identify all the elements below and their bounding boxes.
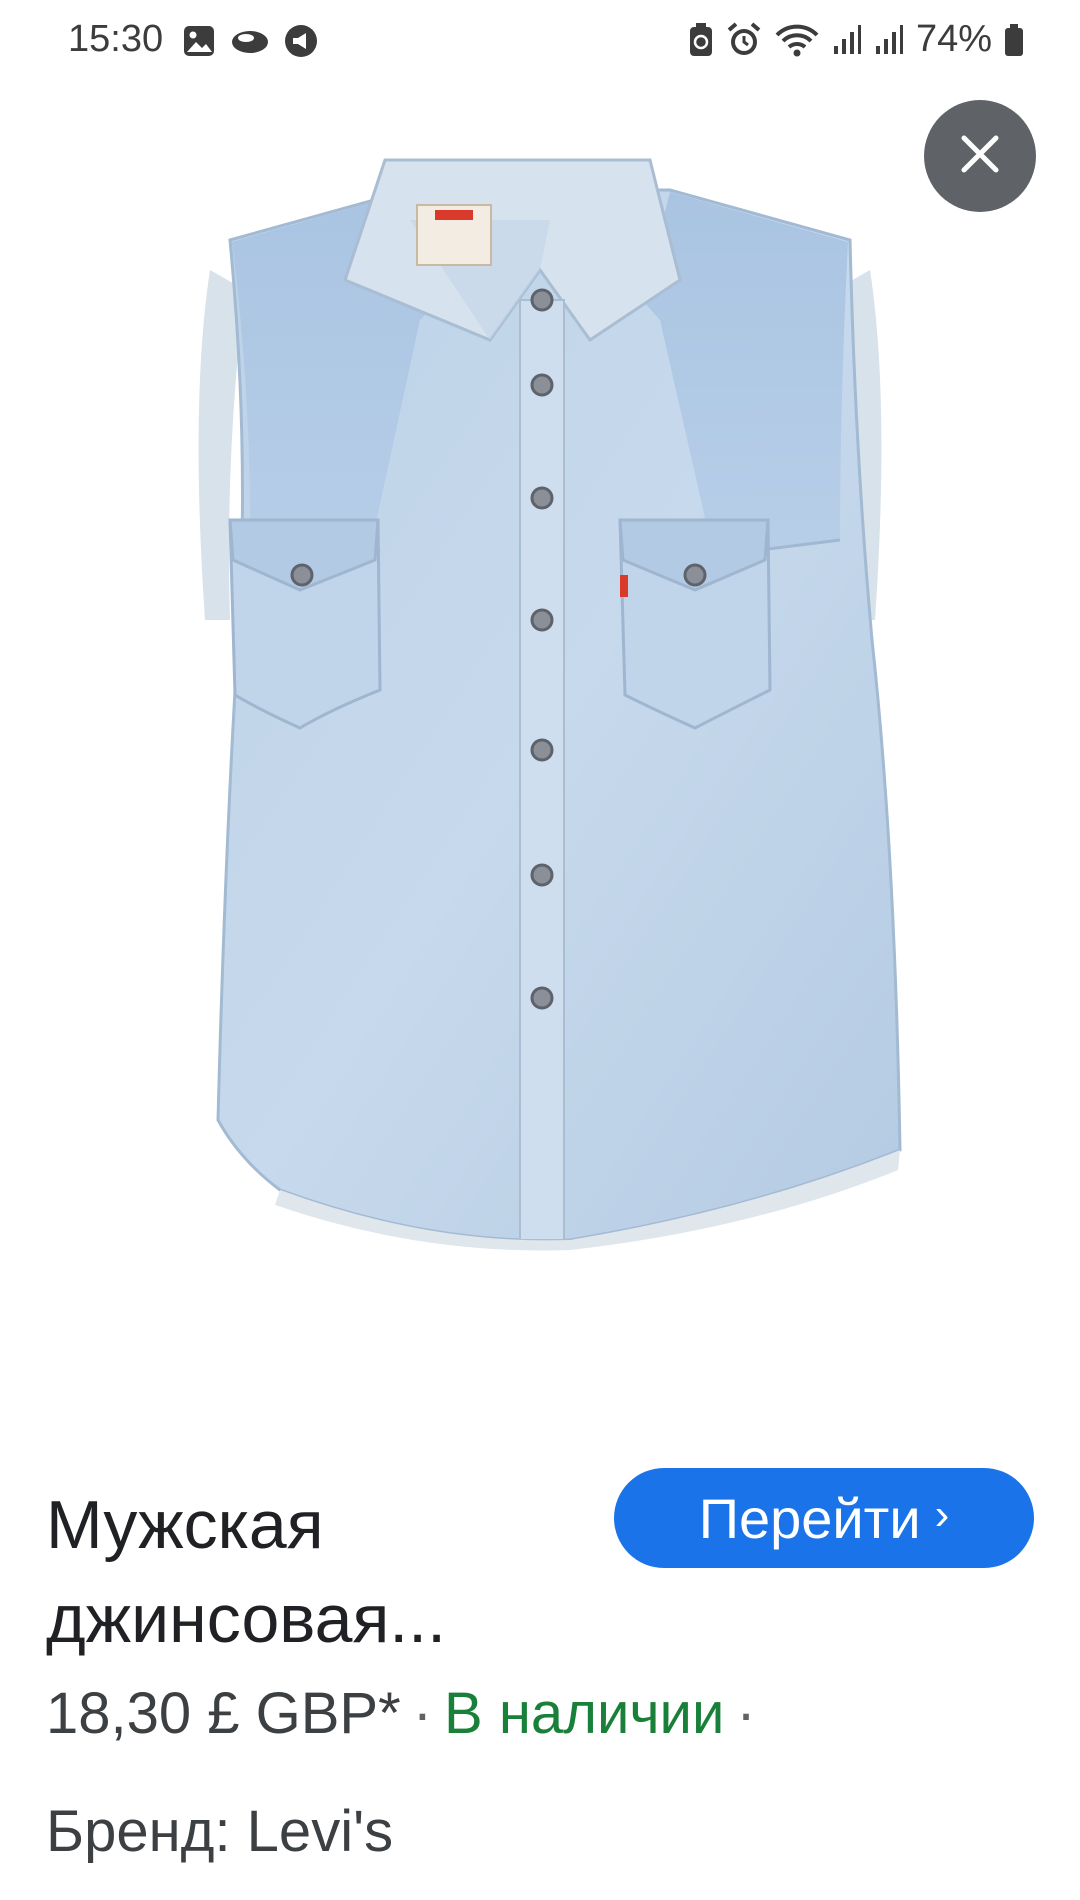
- battery-icon: [1004, 23, 1024, 57]
- goto-button-label: Перейти: [698, 1486, 921, 1550]
- separator-dot-trailing: ·: [736, 1681, 756, 1746]
- denim-shirt-image: [198, 158, 902, 1251]
- product-title-line1: Мужская: [46, 1487, 324, 1563]
- close-button[interactable]: [924, 100, 1036, 212]
- product-image[interactable]: [150, 150, 930, 1350]
- status-right-icons: 74%: [688, 18, 1024, 61]
- chevron-right-icon: ›: [934, 1490, 950, 1539]
- status-left-icons: [182, 24, 318, 58]
- battery-saver-icon: [688, 22, 714, 58]
- signal-icon: [874, 24, 904, 56]
- separator-dot: ·: [412, 1681, 433, 1746]
- product-price: 18,30 £ GBP*: [46, 1681, 401, 1746]
- alarm-icon: [726, 21, 762, 58]
- goto-button[interactable]: Перейти ›: [614, 1468, 1034, 1568]
- status-time: 15:30: [68, 18, 164, 60]
- price-row: 18,30 £ GBP* · В наличии ·: [46, 1680, 768, 1747]
- stock-status: В наличии: [444, 1681, 725, 1746]
- close-icon: [958, 132, 1002, 181]
- status-bar: 15:30 74%: [0, 0, 1080, 86]
- battery-percent: 74%: [915, 18, 992, 60]
- gallery-icon: [182, 24, 216, 58]
- wifi-icon: [774, 23, 820, 57]
- cloud-icon: [230, 24, 270, 58]
- megaphone-icon: [284, 24, 318, 58]
- product-brand: Бренд: Levi's: [46, 1799, 394, 1864]
- product-title-line2: джинсовая...: [46, 1581, 446, 1657]
- product-title: Мужская джинсовая...: [46, 1478, 586, 1666]
- signal-icon: [832, 24, 862, 56]
